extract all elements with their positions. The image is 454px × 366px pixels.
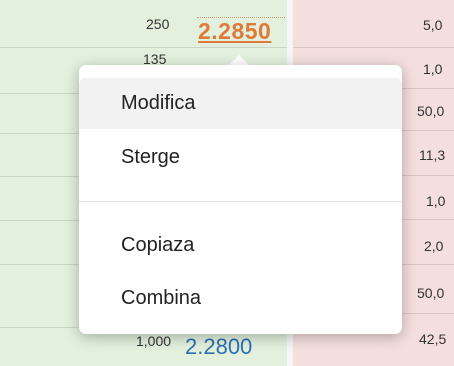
- order-book-view: 250 2.2850 135 1,000 2.2800 5,0 1,0 50,0…: [0, 0, 454, 366]
- menu-divider: [79, 201, 402, 202]
- row-divider: [0, 47, 287, 48]
- menu-item-modifica[interactable]: Modifica: [79, 78, 402, 129]
- ask-cell: 50,0: [417, 103, 445, 119]
- top-row-price-link[interactable]: 2.2850: [198, 18, 271, 45]
- bottom-row-quantity: 1,000: [136, 333, 172, 349]
- ask-cell: 1,0: [423, 61, 443, 77]
- ask-cell: 50,0: [417, 285, 445, 301]
- menu-item-sterge[interactable]: Sterge: [79, 132, 402, 183]
- ask-cell: 1,0: [426, 193, 446, 209]
- ask-cell: 5,0: [423, 17, 443, 33]
- bottom-row-price-link[interactable]: 2.2800: [185, 334, 252, 360]
- top-row-quantity: 250: [146, 16, 170, 32]
- ask-cell: 2,0: [424, 238, 444, 254]
- menu-item-combina[interactable]: Combina: [79, 273, 402, 324]
- ask-cell: 42,5: [419, 331, 447, 347]
- context-menu: Modifica Sterge Copiaza Combina: [79, 65, 402, 334]
- ask-cell: 11,3: [419, 147, 446, 163]
- menu-item-copiaza[interactable]: Copiaza: [79, 220, 402, 271]
- row-divider: [293, 47, 454, 48]
